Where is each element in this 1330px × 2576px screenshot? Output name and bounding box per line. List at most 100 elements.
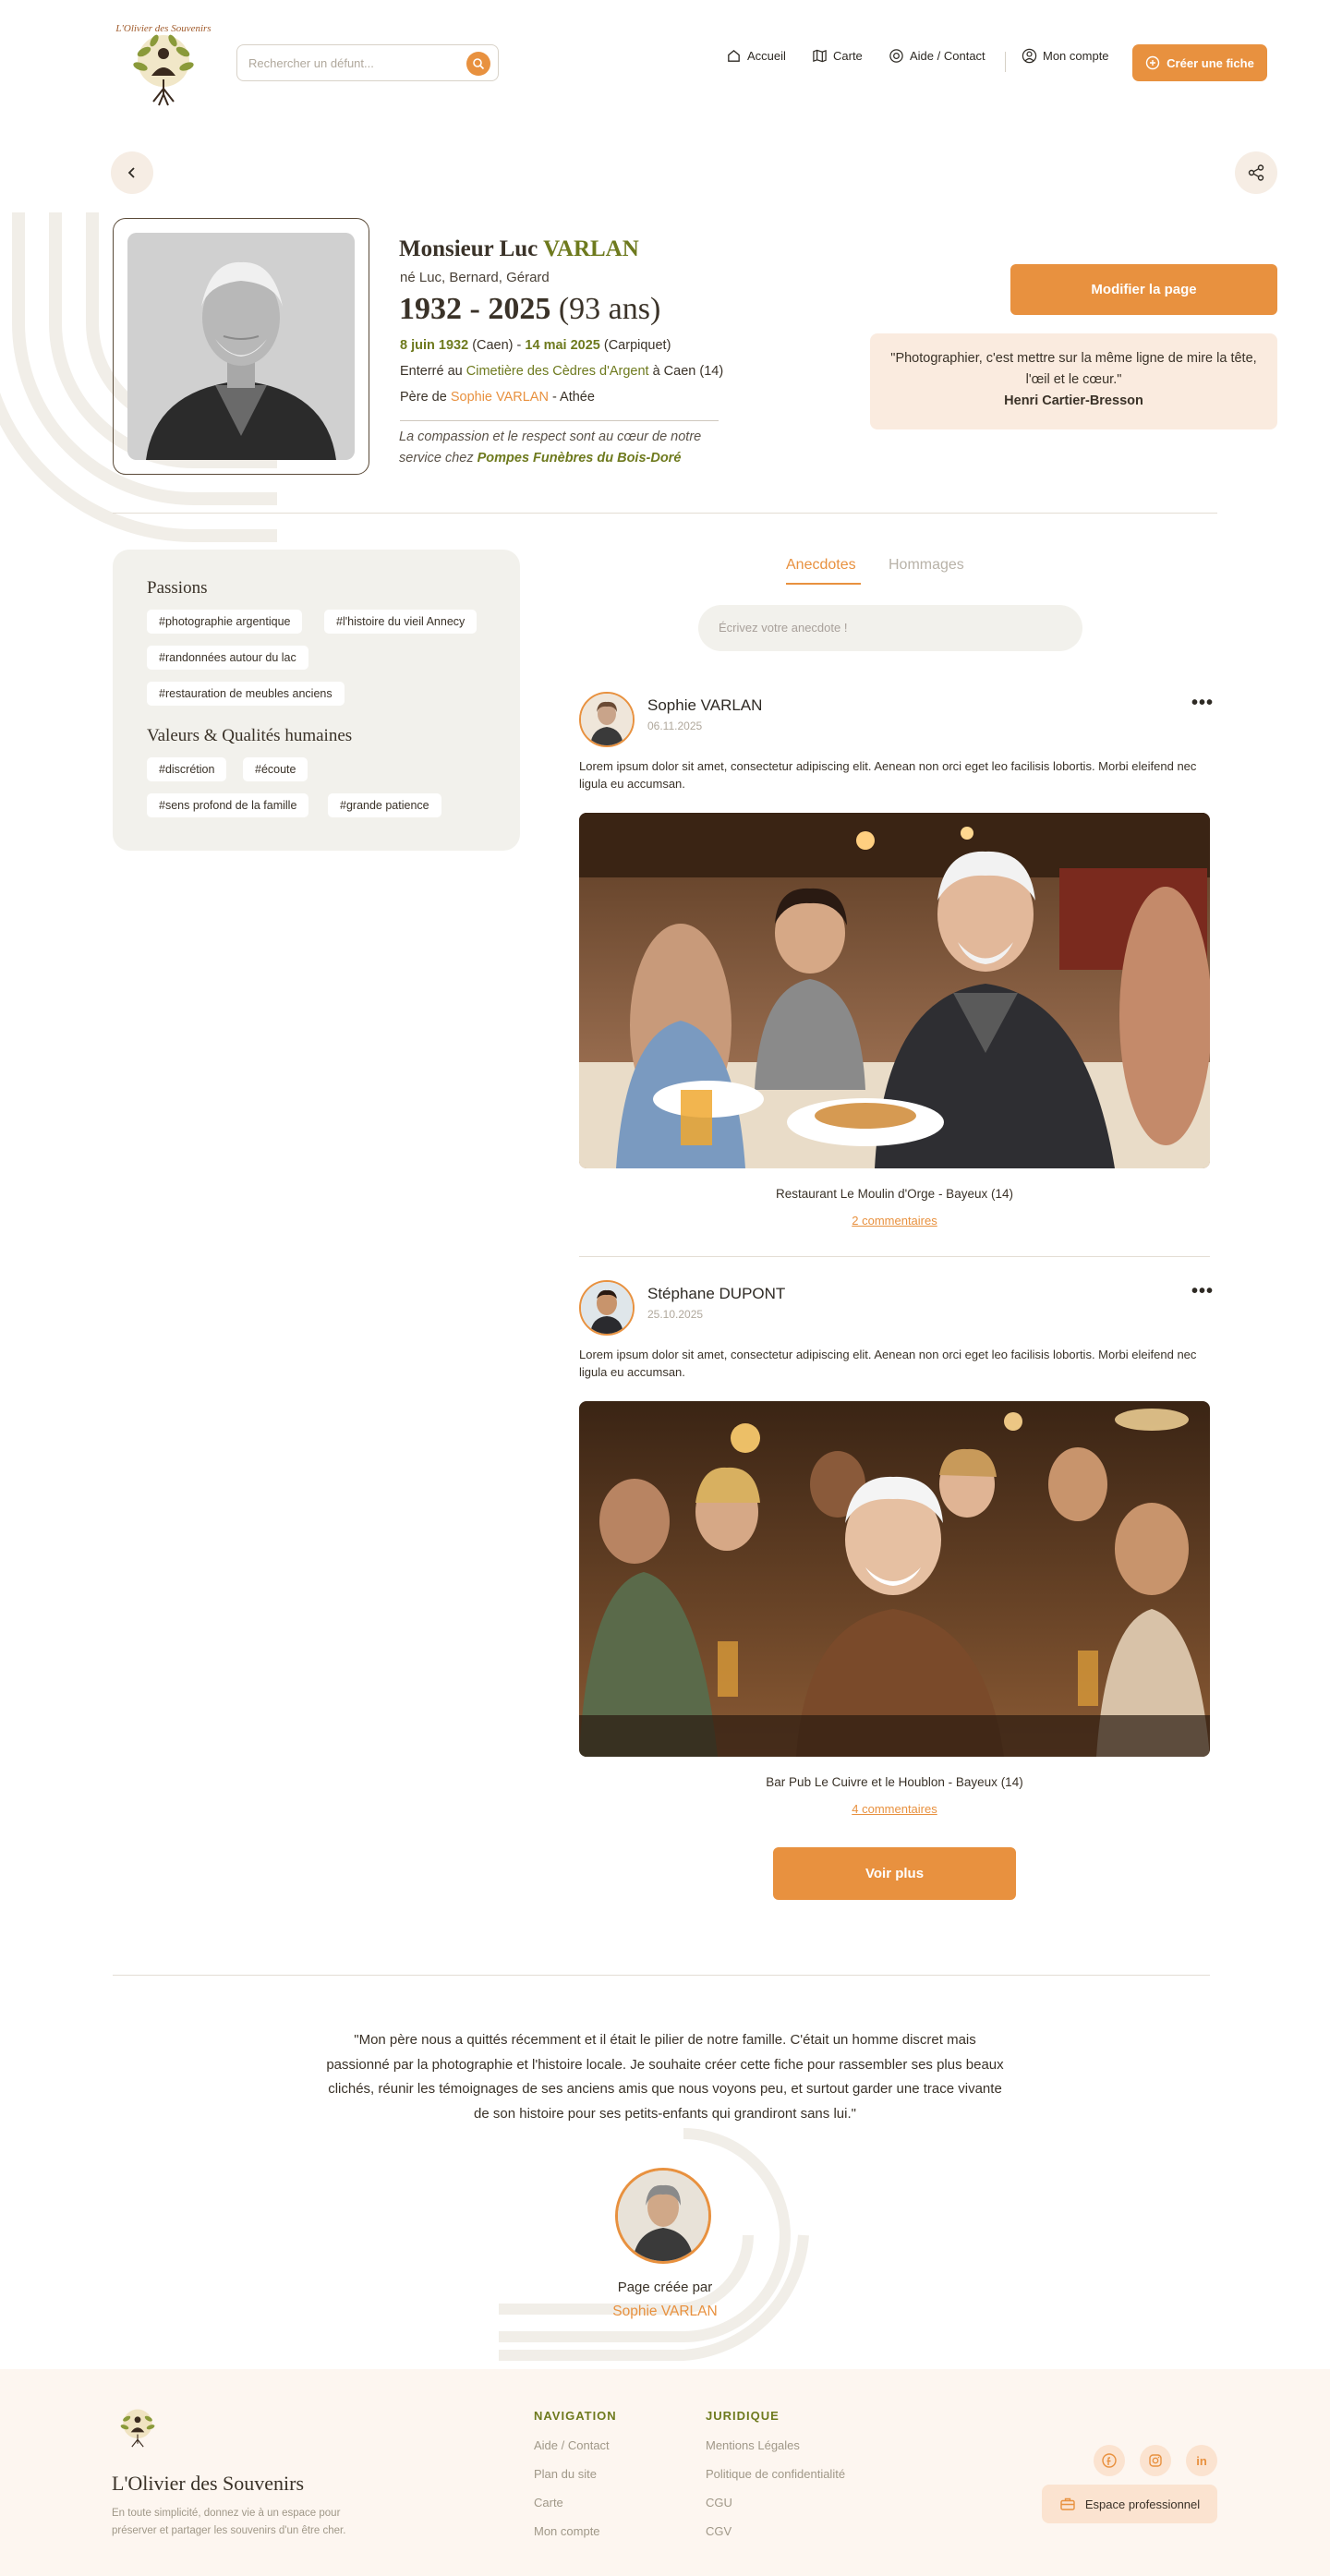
birth-place: (Caen) - (472, 338, 522, 353)
footer-link[interactable]: CGV (706, 2524, 732, 2538)
creator-testimonial: "Mon père nous a quittés récemment et il… (326, 2032, 1004, 2122)
passion-tag: #l'histoire du vieil Annecy (324, 610, 478, 634)
search-icon[interactable] (466, 52, 490, 76)
search-bar[interactable]: Rechercher un défunt... (236, 44, 499, 81)
post-author[interactable]: Sophie VARLAN (647, 696, 762, 715)
user-icon (1022, 48, 1037, 64)
burial-prefix: Enterré au (400, 364, 463, 379)
briefcase-icon (1060, 2497, 1075, 2510)
svg-text:in: in (1196, 2454, 1207, 2468)
post-text: Lorem ipsum dolor sit amet, consectetur … (579, 1348, 1197, 1379)
nav-account[interactable]: Mon compte (1022, 48, 1109, 64)
family-rest: - Athée (551, 390, 595, 405)
professional-space-button[interactable]: Espace professionnel (1042, 2485, 1217, 2523)
values-title: Valeurs & Qualités humaines (147, 726, 353, 745)
quote-line-2: l'œil et le cœur." (1025, 372, 1122, 387)
traits-panel: Passions #photographie argentique #l'his… (113, 550, 520, 851)
footer-link[interactable]: Carte (534, 2496, 563, 2509)
value-tag: #grande patience (328, 793, 441, 817)
post-caption: Bar Pub Le Cuivre et le Houblon - Bayeux… (766, 1775, 1023, 1789)
footer-link[interactable]: Aide / Contact (534, 2438, 610, 2452)
map-icon (813, 49, 827, 63)
profile-years-range: 1932 - 2025 (399, 292, 551, 326)
tab-tributes[interactable]: Hommages (889, 557, 964, 574)
profile-last-name: VARLAN (543, 236, 639, 261)
create-sheet-button[interactable]: Créer une fiche (1132, 44, 1267, 81)
nav-help[interactable]: Aide / Contact (889, 48, 985, 64)
site-header: L'Olivier des Souvenirs Rechercher un dé… (0, 0, 1330, 126)
value-tag: #écoute (243, 757, 308, 781)
avatar[interactable] (579, 692, 635, 747)
created-by-label: Page créée par (617, 2280, 713, 2295)
death-place: (Carpiquet) (603, 338, 671, 353)
post-comments-link[interactable]: 2 commentaires (579, 1214, 1210, 1228)
footer-nav-title: NAVIGATION (534, 2409, 617, 2423)
creator-avatar[interactable] (615, 2168, 711, 2264)
footer-link[interactable]: Plan du site (534, 2467, 597, 2481)
passions-title: Passions (147, 578, 208, 598)
passion-tag: #restauration de meubles anciens (147, 682, 345, 706)
quote-line-1: "Photographier, c'est mettre sur la même… (890, 351, 1257, 366)
post-comments-link[interactable]: 4 commentaires (579, 1802, 1210, 1816)
profile-divider (400, 420, 719, 421)
passion-tag: #randonnées autour du lac (147, 646, 308, 670)
post-photo-pub[interactable] (579, 1401, 1210, 1757)
quote-box: "Photographier, c'est mettre sur la même… (870, 333, 1277, 429)
post-date: 25.10.2025 (647, 1308, 704, 1321)
post-date: 06.11.2025 (647, 720, 703, 732)
more-options-icon[interactable]: ••• (1191, 1281, 1214, 1302)
quote-author: Henri Cartier-Bresson (1004, 393, 1143, 408)
cemetery-link[interactable]: Cimetière des Cèdres d'Argent (466, 364, 649, 379)
nav-home-label: Accueil (747, 49, 786, 63)
profile-name: Monsieur Luc VARLAN (399, 236, 639, 262)
profile-family: Père de Sophie VARLAN - Athée (400, 390, 595, 405)
profile-burial: Enterré au Cimetière des Cèdres d'Argent… (400, 364, 723, 379)
plus-circle-icon (1145, 55, 1160, 70)
profile-dates: 8 juin 1932 (Caen) - 14 mai 2025 (Carpiq… (400, 338, 671, 353)
nav-account-label: Mon compte (1043, 49, 1109, 63)
tab-active-indicator (786, 583, 861, 585)
instagram-icon[interactable] (1140, 2445, 1171, 2476)
nav-divider (1005, 52, 1006, 72)
avatar[interactable] (579, 1280, 635, 1336)
nav-map[interactable]: Carte (812, 48, 863, 64)
nav-home[interactable]: Accueil (726, 48, 786, 64)
footer-description: En toute simplicité, donnez vie à un esp… (112, 2508, 346, 2536)
testimonial-divider (113, 1975, 1210, 1976)
post-text: Lorem ipsum dolor sit amet, consectetur … (579, 759, 1197, 791)
anecdote-input[interactable]: Écrivez votre anecdote ! (698, 605, 1082, 651)
birth-date: 8 juin 1932 (400, 338, 469, 353)
footer-link[interactable]: Mon compte (534, 2524, 600, 2538)
footer-link[interactable]: Politique de confidentialité (706, 2467, 845, 2481)
professional-space-label: Espace professionnel (1084, 2497, 1201, 2511)
olive-tree-logo[interactable]: L'Olivier des Souvenirs (113, 13, 214, 115)
footer-link[interactable]: CGU (706, 2496, 732, 2509)
site-footer: L'Olivier des Souvenirs En toute simplic… (0, 2369, 1330, 2576)
facebook-icon[interactable] (1094, 2445, 1125, 2476)
see-more-button[interactable]: Voir plus (773, 1847, 1016, 1900)
funeral-service-text: La compassion et le respect sont au cœur… (399, 427, 732, 469)
anecdote-placeholder: Écrivez votre anecdote ! (719, 621, 848, 635)
search-input[interactable]: Rechercher un défunt... (248, 56, 374, 70)
share-icon (1248, 164, 1264, 181)
footer-link[interactable]: Mentions Légales (706, 2438, 800, 2452)
post-author[interactable]: Stéphane DUPONT (647, 1285, 785, 1303)
service-name[interactable]: Pompes Funèbres du Bois-Doré (478, 451, 682, 466)
creator-name-link[interactable]: Sophie VARLAN (480, 2304, 850, 2320)
share-button[interactable] (1235, 151, 1277, 194)
olive-tree-logo[interactable] (109, 2397, 166, 2454)
child-link[interactable]: Sophie VARLAN (451, 390, 549, 405)
profile-born-names: né Luc, Bernard, Gérard (400, 270, 550, 285)
create-sheet-label: Créer une fiche (1167, 55, 1254, 70)
back-button[interactable] (111, 151, 153, 194)
post-photo-restaurant[interactable] (579, 813, 1210, 1168)
footer-legal-title: JURIDIQUE (706, 2409, 780, 2423)
profile-years: 1932 - 2025 (93 ans) (399, 292, 660, 327)
footer-brand: L'Olivier des Souvenirs (112, 2472, 305, 2495)
tab-anecdotes[interactable]: Anecdotes (786, 557, 856, 574)
portrait-photo (127, 233, 355, 460)
modify-page-button[interactable]: Modifier la page (1010, 264, 1277, 315)
logo-text: L'Olivier des Souvenirs (115, 23, 211, 34)
linkedin-icon[interactable]: in (1186, 2445, 1217, 2476)
more-options-icon[interactable]: ••• (1191, 693, 1214, 714)
